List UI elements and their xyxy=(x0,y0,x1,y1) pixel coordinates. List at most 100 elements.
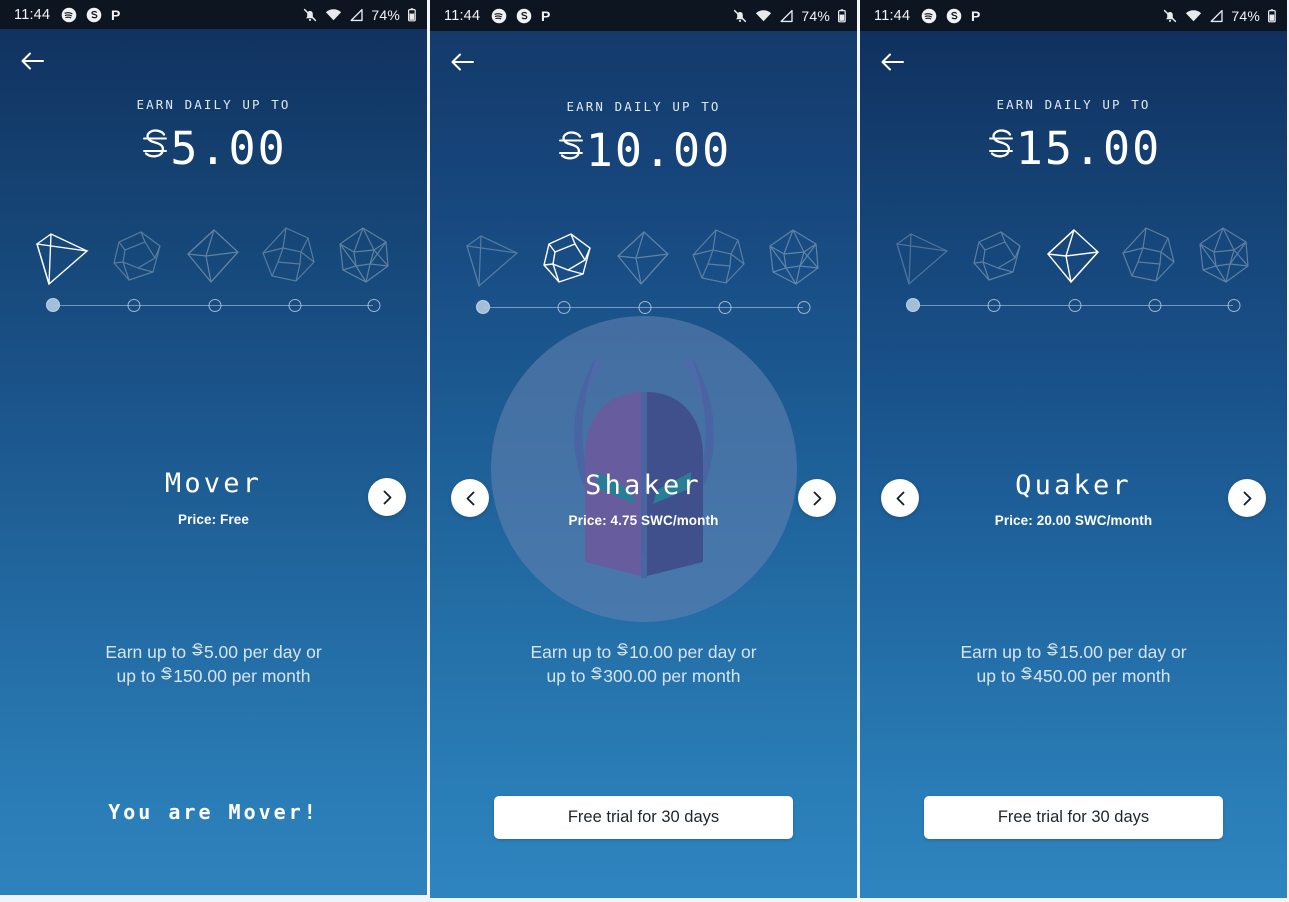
dodecahedron-icon[interactable] xyxy=(686,222,752,294)
swc-currency-icon xyxy=(1047,643,1058,656)
earn-label: EARN DAILY UP TO xyxy=(566,99,721,114)
cell-signal-icon xyxy=(350,8,364,21)
free-trial-button[interactable]: Free trial for 30 days xyxy=(924,796,1223,839)
cube-icon[interactable] xyxy=(105,220,171,292)
plan-detail: Earn up to 15.00 per day or up to 450.00… xyxy=(860,640,1287,688)
track-dot-1[interactable] xyxy=(45,298,60,312)
next-plan-button[interactable] xyxy=(1228,479,1266,517)
octahedron-icon[interactable] xyxy=(610,222,676,294)
cell-signal-icon xyxy=(1210,9,1224,22)
battery-percent-label: 74% xyxy=(371,6,400,23)
next-plan-button[interactable] xyxy=(798,479,836,517)
notifications-off-icon xyxy=(734,9,747,22)
swc-currency-icon xyxy=(192,643,203,656)
tier-progress-track[interactable] xyxy=(475,297,811,319)
detail-2-amount: 450.00 xyxy=(1033,666,1087,686)
earn-amount: 15.00 xyxy=(860,122,1287,175)
detail-1-amount: 15.00 xyxy=(1059,642,1103,662)
currency-symbol-inline xyxy=(191,641,204,665)
cube-icon[interactable] xyxy=(965,220,1031,292)
track-dot-2[interactable] xyxy=(987,299,1001,312)
detail-2-amount: 150.00 xyxy=(173,666,227,686)
currency-symbol-inline xyxy=(1046,641,1059,665)
previous-plan-button[interactable] xyxy=(451,479,489,517)
status-bar-clock: 11:44 xyxy=(874,7,911,24)
wifi-icon xyxy=(756,9,772,21)
detail-1-pre: Earn up to xyxy=(530,642,617,662)
earn-amount: 5.00 xyxy=(0,122,427,175)
tetrahedron-icon[interactable] xyxy=(29,220,95,292)
track-dot-1[interactable] xyxy=(905,298,920,312)
swc-icon xyxy=(516,8,532,23)
previous-plan-button[interactable] xyxy=(881,479,919,517)
octahedron-icon[interactable] xyxy=(1040,220,1106,292)
earn-amount-value: 10.00 xyxy=(585,124,732,177)
chevron-right-icon xyxy=(383,490,391,504)
track-dot-5[interactable] xyxy=(797,301,811,314)
track-dot-1[interactable] xyxy=(475,300,490,314)
currency-symbol-inline xyxy=(1020,665,1033,689)
battery-icon xyxy=(1268,8,1276,22)
icosahedron-icon[interactable] xyxy=(762,222,828,294)
icosahedron-icon[interactable] xyxy=(1192,220,1258,292)
detail-1-amount: 5.00 xyxy=(203,642,239,662)
currency-symbol-inline xyxy=(616,641,629,665)
track-dot-3[interactable] xyxy=(638,301,652,314)
plan-detail-line-1: Earn up to 5.00 per day or xyxy=(0,640,427,664)
arrow-left-icon xyxy=(21,52,44,70)
pocket-icon: P xyxy=(111,7,120,23)
tier-shapes-row xyxy=(430,214,857,302)
free-trial-button[interactable]: Free trial for 30 days xyxy=(494,796,793,839)
tier-progress-track[interactable] xyxy=(45,295,381,317)
arrow-left-icon xyxy=(451,53,474,71)
tetrahedron-icon[interactable] xyxy=(459,222,525,294)
detail-1-post: per day or xyxy=(672,642,757,662)
earn-amount: 10.00 xyxy=(430,124,857,177)
dodecahedron-icon[interactable] xyxy=(256,220,322,292)
plan-detail: Earn up to 5.00 per day or up to 150.00 … xyxy=(0,640,427,688)
detail-2-pre: up to xyxy=(546,666,591,686)
track-dot-4[interactable] xyxy=(718,301,732,314)
shaker-mask-artwork xyxy=(490,316,797,622)
plan-name: Mover xyxy=(164,468,263,499)
bottom-edge xyxy=(430,898,857,902)
svg-text:P: P xyxy=(971,8,980,24)
currency-symbol-inline xyxy=(160,665,173,689)
tier-progress-track[interactable] xyxy=(905,295,1241,317)
track-dot-5[interactable] xyxy=(1227,299,1241,312)
track-dot-2[interactable] xyxy=(127,299,141,312)
current-plan-status: You are Mover! xyxy=(108,800,319,824)
back-button[interactable] xyxy=(444,46,480,78)
track-dot-4[interactable] xyxy=(1148,299,1162,312)
dodecahedron-icon[interactable] xyxy=(1116,220,1182,292)
bottom-edge xyxy=(0,895,427,902)
cube-icon[interactable] xyxy=(535,222,601,294)
back-button[interactable] xyxy=(874,46,910,78)
track-dot-3[interactable] xyxy=(1068,299,1082,312)
currency-symbol-inline xyxy=(590,665,603,689)
swc-currency-icon xyxy=(988,129,1013,158)
icosahedron-icon[interactable] xyxy=(332,220,398,292)
cell-signal-icon xyxy=(780,9,794,22)
plan-detail-line-2: up to 150.00 per month xyxy=(0,664,427,688)
svg-text:P: P xyxy=(111,7,120,23)
tier-shapes-row xyxy=(860,212,1287,300)
track-dot-5[interactable] xyxy=(367,299,381,312)
earn-label: EARN DAILY UP TO xyxy=(996,97,1151,112)
status-bar-system-icons: 74% xyxy=(302,7,417,23)
status-bar: 11:44 P 74% xyxy=(430,0,857,31)
status-bar-system-icons: 74% xyxy=(1162,8,1277,24)
status-bar-notification-icons: P xyxy=(921,8,985,24)
octahedron-icon[interactable] xyxy=(180,220,246,292)
track-dot-4[interactable] xyxy=(288,299,302,312)
swc-currency-icon xyxy=(161,667,173,680)
back-button[interactable] xyxy=(14,45,50,77)
track-dot-2[interactable] xyxy=(557,301,571,314)
plan-name: Shaker xyxy=(585,470,702,501)
detail-2-pre: up to xyxy=(116,666,161,686)
tetrahedron-icon[interactable] xyxy=(889,220,955,292)
track-dot-3[interactable] xyxy=(208,299,222,312)
swc-currency-icon xyxy=(558,131,583,160)
pocket-icon: P xyxy=(971,8,980,24)
next-plan-button[interactable] xyxy=(368,478,406,516)
